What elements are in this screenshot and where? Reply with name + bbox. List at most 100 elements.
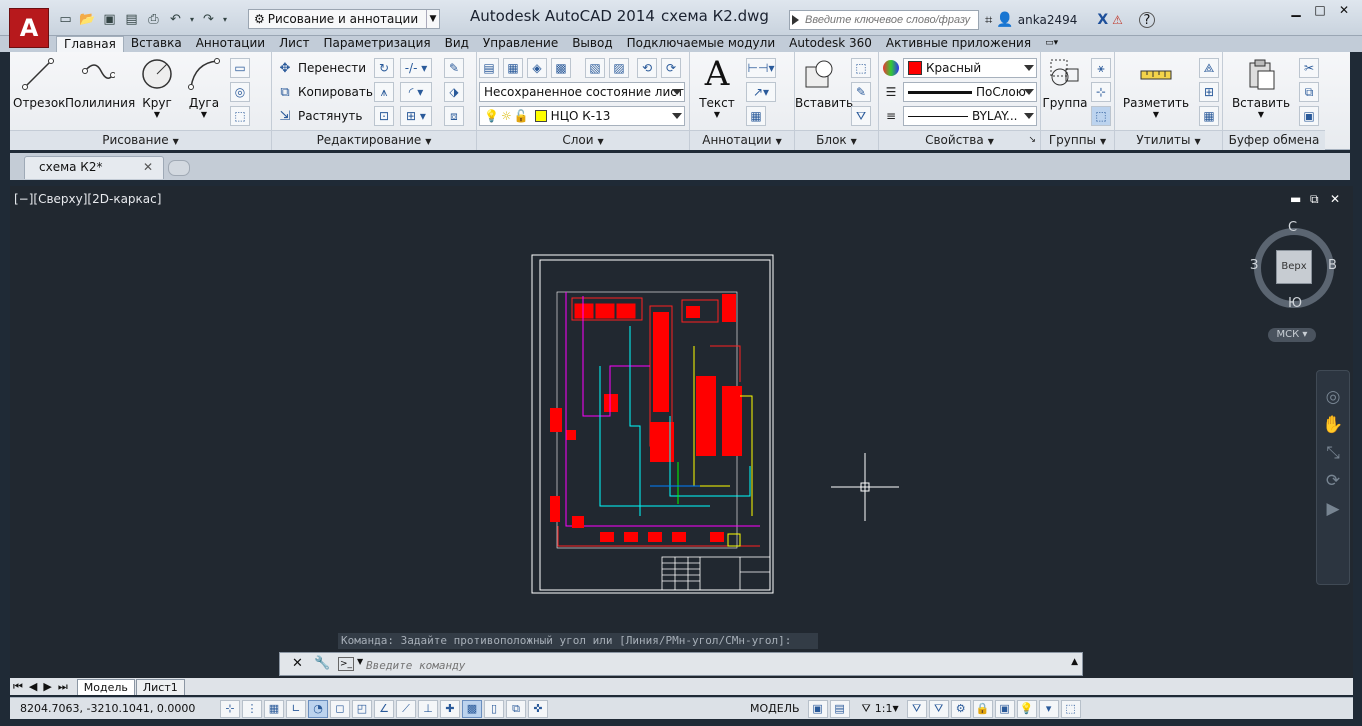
quick-view-layouts-icon[interactable]: ▣: [807, 699, 828, 718]
snap-icon[interactable]: ⋮: [242, 699, 262, 718]
line-button[interactable]: Отрезок: [13, 56, 65, 110]
undo-dropdown-icon[interactable]: ▾: [188, 10, 196, 28]
match-properties-icon[interactable]: [881, 58, 901, 78]
calculator-icon[interactable]: ▦: [1199, 106, 1219, 126]
cut-icon[interactable]: ✂: [1299, 58, 1319, 78]
3d-osnap-icon[interactable]: ◰: [352, 699, 372, 718]
ucs-menu[interactable]: МСК ▾: [1268, 328, 1316, 342]
fillet-icon[interactable]: ◜ ▾: [400, 82, 432, 102]
tab-parametric[interactable]: Параметризация: [316, 36, 437, 52]
copy-button[interactable]: ⧉ Копировать: [276, 82, 373, 102]
panel-layers-title[interactable]: Слои ▼: [477, 130, 689, 150]
infer-constraints-icon[interactable]: ⊹: [220, 699, 240, 718]
viewcube[interactable]: С Ю З В Верх: [1250, 220, 1340, 312]
viewcube-east[interactable]: В: [1328, 258, 1337, 273]
binoculars-icon[interactable]: ⌗: [985, 13, 992, 28]
tab-output[interactable]: Вывод: [565, 36, 619, 52]
create-block-icon[interactable]: ⬚: [851, 58, 871, 78]
panel-utilities-title[interactable]: Утилиты ▼: [1115, 130, 1222, 150]
zoom-icon[interactable]: ⤡: [1317, 439, 1349, 467]
tab-model[interactable]: Модель: [76, 678, 135, 695]
tab-plugins[interactable]: Подключаемые модули: [620, 36, 783, 52]
new-file-icon[interactable]: ▭: [56, 10, 75, 28]
first-layout-icon[interactable]: ⏮: [10, 680, 26, 694]
redo-dropdown-icon[interactable]: ▾: [221, 10, 229, 28]
viewcube-north[interactable]: С: [1288, 220, 1297, 235]
arc-button[interactable]: Дуга ▼: [182, 56, 226, 119]
text-button[interactable]: A Текст ▼: [694, 54, 740, 119]
lineweight-select[interactable]: ПоСлою: [903, 82, 1037, 102]
match-icon[interactable]: ▣: [1299, 106, 1319, 126]
last-layout-icon[interactable]: ⏭: [55, 680, 71, 694]
panel-groups-title[interactable]: Группы ▼: [1041, 130, 1114, 150]
group-button[interactable]: Группа: [1041, 56, 1089, 110]
paste-button[interactable]: Вставить ▼: [1229, 56, 1293, 119]
polar-icon[interactable]: ◔: [308, 699, 328, 718]
hatch-icon[interactable]: ◎: [230, 82, 250, 102]
panel-annotation-title[interactable]: Аннотации ▼: [690, 130, 794, 150]
rotate-icon[interactable]: ↻: [374, 58, 394, 78]
tab-layout1[interactable]: Лист1: [135, 678, 185, 695]
account-icon[interactable]: ⚠: [1112, 13, 1123, 27]
pan-icon[interactable]: ✋: [1317, 411, 1349, 439]
command-prompt-icon[interactable]: >_: [338, 657, 354, 671]
search-input[interactable]: [805, 14, 977, 26]
user-name[interactable]: anka2494: [1018, 13, 1078, 27]
status-menu-icon[interactable]: ▾: [1038, 699, 1059, 718]
search-box[interactable]: [789, 10, 979, 30]
lock-ui-icon[interactable]: 🔒: [972, 699, 993, 718]
layer-iso-icon[interactable]: ▧: [585, 58, 605, 78]
hardware-accel-icon[interactable]: ▣: [994, 699, 1015, 718]
ungroup-icon[interactable]: ⚹: [1091, 58, 1111, 78]
edit-block-icon[interactable]: ✎: [851, 82, 871, 102]
select-all-icon[interactable]: ⊞: [1199, 82, 1219, 102]
help-icon[interactable]: ?: [1138, 12, 1155, 28]
new-tab-button[interactable]: [168, 160, 190, 176]
viewcube-west[interactable]: З: [1250, 258, 1258, 273]
wrench-icon[interactable]: 🔧: [314, 656, 330, 671]
layer-match-icon[interactable]: ⟲: [637, 58, 657, 78]
showmotion-icon[interactable]: ▶: [1317, 495, 1349, 523]
redo-icon[interactable]: ↷: [199, 10, 218, 28]
panel-modify-title[interactable]: Редактирование ▼: [272, 130, 476, 150]
layer-state-select[interactable]: Несохраненное состояние листа: [479, 82, 685, 102]
workspace-switcher[interactable]: ⚙ Рисование и аннотации ▼: [248, 9, 440, 29]
annotation-scale-icon[interactable]: ⛛: [862, 702, 871, 716]
leader-icon[interactable]: ↗▾: [746, 82, 776, 102]
panel-block-title[interactable]: Блок ▼: [795, 130, 878, 150]
chevron-down-icon[interactable]: ▼: [357, 657, 363, 666]
command-input[interactable]: [366, 657, 1056, 673]
offset-icon[interactable]: ⧈: [444, 106, 464, 126]
user-icon[interactable]: 👤: [996, 12, 1013, 28]
layer-freeze-icon[interactable]: ◈: [527, 58, 547, 78]
open-file-icon[interactable]: 📂: [78, 10, 97, 28]
insert-block-button[interactable]: Вставить: [795, 56, 853, 110]
linetype-select[interactable]: BYLAY...: [903, 106, 1037, 126]
explode-icon[interactable]: ⬗: [444, 82, 464, 102]
polyline-button[interactable]: Полилиния: [65, 56, 135, 110]
group-select-icon[interactable]: ⬚: [1091, 106, 1111, 126]
save-as-icon[interactable]: ▤: [122, 10, 141, 28]
trim-icon[interactable]: -/- ▾: [400, 58, 432, 78]
tab-view[interactable]: Вид: [438, 36, 476, 52]
model-space-label[interactable]: МОДЕЛЬ: [750, 702, 800, 715]
layer-walk-icon[interactable]: ⟳: [661, 58, 681, 78]
layer-unisolate-icon[interactable]: ▨: [609, 58, 629, 78]
quick-select-icon[interactable]: ⟁: [1199, 58, 1219, 78]
close-icon[interactable]: ✕: [1328, 0, 1360, 20]
command-history-toggle-icon[interactable]: ▲: [1071, 657, 1078, 667]
ribbon-toggle-icon[interactable]: ▭▾: [1038, 36, 1065, 52]
tab-home[interactable]: Главная: [56, 35, 124, 53]
scale-icon[interactable]: ⊡: [374, 106, 394, 126]
osnap-icon[interactable]: ◻: [330, 699, 350, 718]
annotation-visibility-icon[interactable]: ⛛: [906, 699, 927, 718]
ortho-icon[interactable]: ∟: [286, 699, 306, 718]
workspace-switch-icon[interactable]: ⚙: [950, 699, 971, 718]
clean-screen-icon[interactable]: ⬚: [1060, 699, 1081, 718]
mirror-icon[interactable]: ⩚: [374, 82, 394, 102]
tab-annotate[interactable]: Аннотации: [189, 36, 272, 52]
lineweight-toggle-icon[interactable]: ✚: [440, 699, 460, 718]
print-icon[interactable]: ⎙: [144, 10, 163, 28]
dialog-launcher-icon[interactable]: ↘: [1028, 131, 1036, 150]
circle-button[interactable]: Круг ▼: [134, 56, 180, 119]
